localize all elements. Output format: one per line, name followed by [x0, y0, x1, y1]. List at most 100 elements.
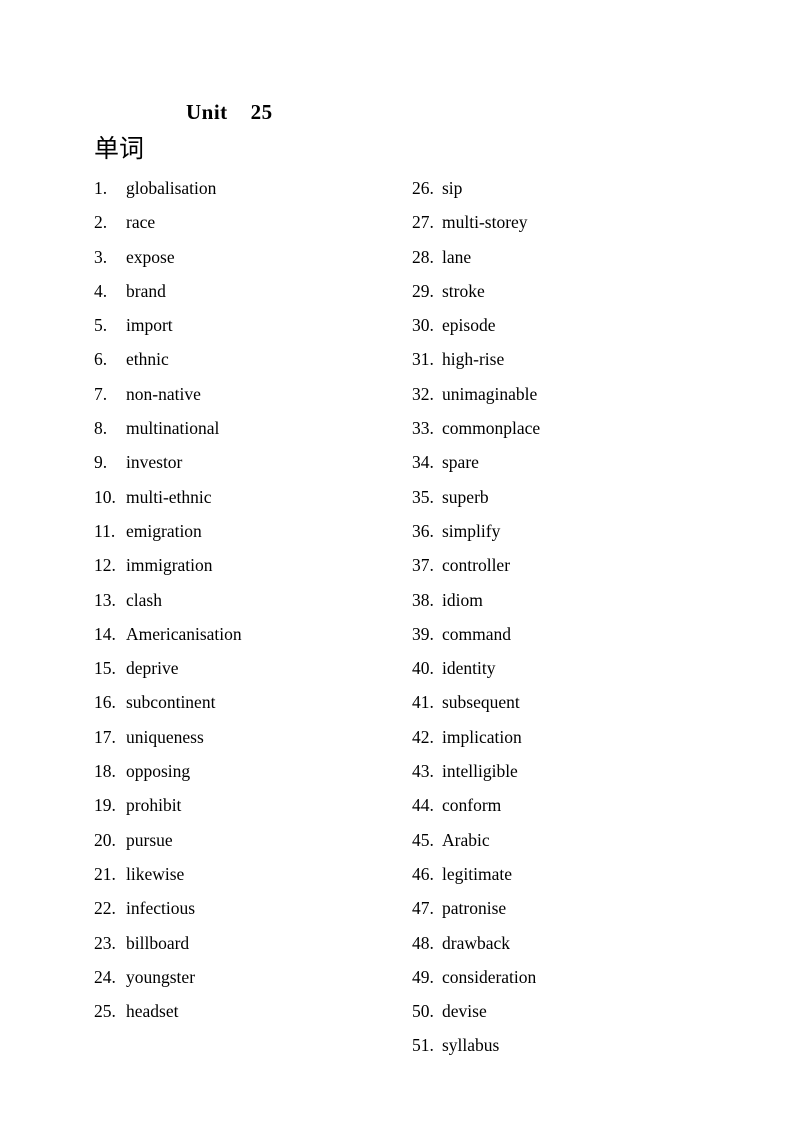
word-text: likewise — [126, 863, 185, 884]
word-text: import — [126, 315, 173, 336]
word-number: 26. — [412, 178, 434, 198]
word-number: 20. — [94, 829, 116, 850]
word-number: 19. — [94, 795, 116, 816]
word-text: command — [442, 623, 512, 644]
word-list-item: 29. stroke — [412, 274, 732, 308]
word-number: 13. — [94, 589, 116, 610]
word-list-item: 49. consideration — [412, 960, 732, 994]
word-text: infectious — [126, 898, 196, 919]
word-text: non-native — [126, 383, 201, 404]
word-list-item: 9. investor — [94, 445, 394, 479]
word-list-item: 27. multi-storey — [412, 205, 732, 239]
word-list-item: 21. likewise — [94, 857, 394, 891]
word-text: billboard — [126, 932, 190, 953]
word-text: sip — [442, 178, 463, 198]
word-list-item: 51. syllabus — [412, 1028, 732, 1062]
word-number: 4. — [94, 280, 108, 301]
word-number: 7. — [94, 383, 108, 404]
word-list-item: 12. immigration — [94, 548, 394, 582]
word-list-right-column: 26. sip 27. multi-storey 28. lane 29. stroke 30.… — [412, 171, 732, 1063]
word-text: simplify — [442, 520, 501, 541]
word-list-item: 1. globalisation — [94, 171, 394, 205]
word-number: 32. — [412, 383, 434, 404]
word-list-item: 2. race — [94, 205, 394, 239]
word-list-item: 17. uniqueness — [94, 720, 394, 754]
word-list-item: 10. multi-ethnic — [94, 480, 394, 514]
word-list-item: 31. high-rise — [412, 342, 732, 376]
word-text: headset — [126, 1001, 179, 1022]
section-heading-vocabulary: 单词 — [94, 134, 145, 163]
word-number: 8. — [94, 418, 108, 439]
word-text: uniqueness — [126, 726, 204, 747]
word-text: idiom — [442, 589, 483, 610]
word-text: clash — [126, 589, 162, 610]
word-number: 9. — [94, 452, 108, 473]
word-number: 17. — [94, 726, 116, 747]
word-list-item: 3. expose — [94, 240, 394, 274]
word-text: episode — [442, 315, 496, 336]
word-list-item: 47. patronise — [412, 891, 732, 925]
word-text: investor — [126, 452, 183, 473]
word-list-item: 34. spare — [412, 445, 732, 479]
word-list-item: 30. episode — [412, 308, 732, 342]
word-list-item: 24. youngster — [94, 960, 394, 994]
word-number: 5. — [94, 315, 108, 336]
word-text: multi-ethnic — [126, 486, 212, 507]
word-text: opposing — [126, 761, 191, 782]
word-number: 34. — [412, 452, 434, 473]
word-list-item: 18. opposing — [94, 754, 394, 788]
word-number: 31. — [412, 349, 434, 370]
word-text: implication — [442, 726, 522, 747]
word-number: 48. — [412, 932, 434, 953]
word-list-item: 44. conform — [412, 788, 732, 822]
word-number: 11. — [94, 520, 116, 541]
word-number: 23. — [94, 932, 116, 953]
word-list-item: 28. lane — [412, 240, 732, 274]
word-number: 25. — [94, 1001, 116, 1022]
word-list-item: 25. headset — [94, 994, 394, 1028]
word-number: 12. — [94, 555, 116, 576]
word-number: 18. — [94, 761, 116, 782]
word-text: brand — [126, 280, 166, 301]
word-number: 2. — [94, 212, 108, 233]
word-number: 36. — [412, 520, 434, 541]
word-number: 6. — [94, 349, 108, 370]
word-list-item: 8. multinational — [94, 411, 394, 445]
word-text: Americanisation — [126, 623, 242, 644]
word-text: superb — [442, 486, 489, 507]
word-number: 29. — [412, 280, 434, 301]
word-text: unimaginable — [442, 383, 538, 404]
word-text: emigration — [126, 520, 202, 541]
word-list-item: 13. clash — [94, 583, 394, 617]
word-text: ethnic — [126, 349, 169, 370]
word-number: 47. — [412, 898, 434, 919]
word-number: 3. — [94, 246, 108, 267]
word-number: 15. — [94, 658, 116, 679]
word-number: 41. — [412, 692, 434, 713]
word-number: 27. — [412, 212, 434, 233]
word-text: high-rise — [442, 349, 505, 370]
word-list-item: 32. unimaginable — [412, 377, 732, 411]
word-list-item: 33. commonplace — [412, 411, 732, 445]
word-text: syllabus — [442, 1035, 500, 1056]
word-list-item: 37. controller — [412, 548, 732, 582]
word-text: youngster — [126, 966, 196, 987]
word-list-item: 19. prohibit — [94, 788, 394, 822]
word-text: devise — [442, 1001, 487, 1022]
word-text: conform — [442, 795, 502, 816]
word-text: controller — [442, 555, 511, 576]
word-list-left-column: 1. globalisation 2. race 3. expose 4. brand 5. im… — [94, 171, 394, 1028]
word-number: 14. — [94, 623, 116, 644]
word-text: multinational — [126, 418, 220, 439]
word-number: 35. — [412, 486, 434, 507]
word-text: lane — [442, 246, 472, 267]
word-number: 51. — [412, 1035, 434, 1056]
word-text: globalisation — [126, 178, 217, 198]
word-number: 28. — [412, 246, 434, 267]
word-number: 10. — [94, 486, 116, 507]
word-list-item: 22. infectious — [94, 891, 394, 925]
word-list-item: 50. devise — [412, 994, 732, 1028]
word-list-item: 35. superb — [412, 480, 732, 514]
word-text: patronise — [442, 898, 507, 919]
word-number: 33. — [412, 418, 434, 439]
